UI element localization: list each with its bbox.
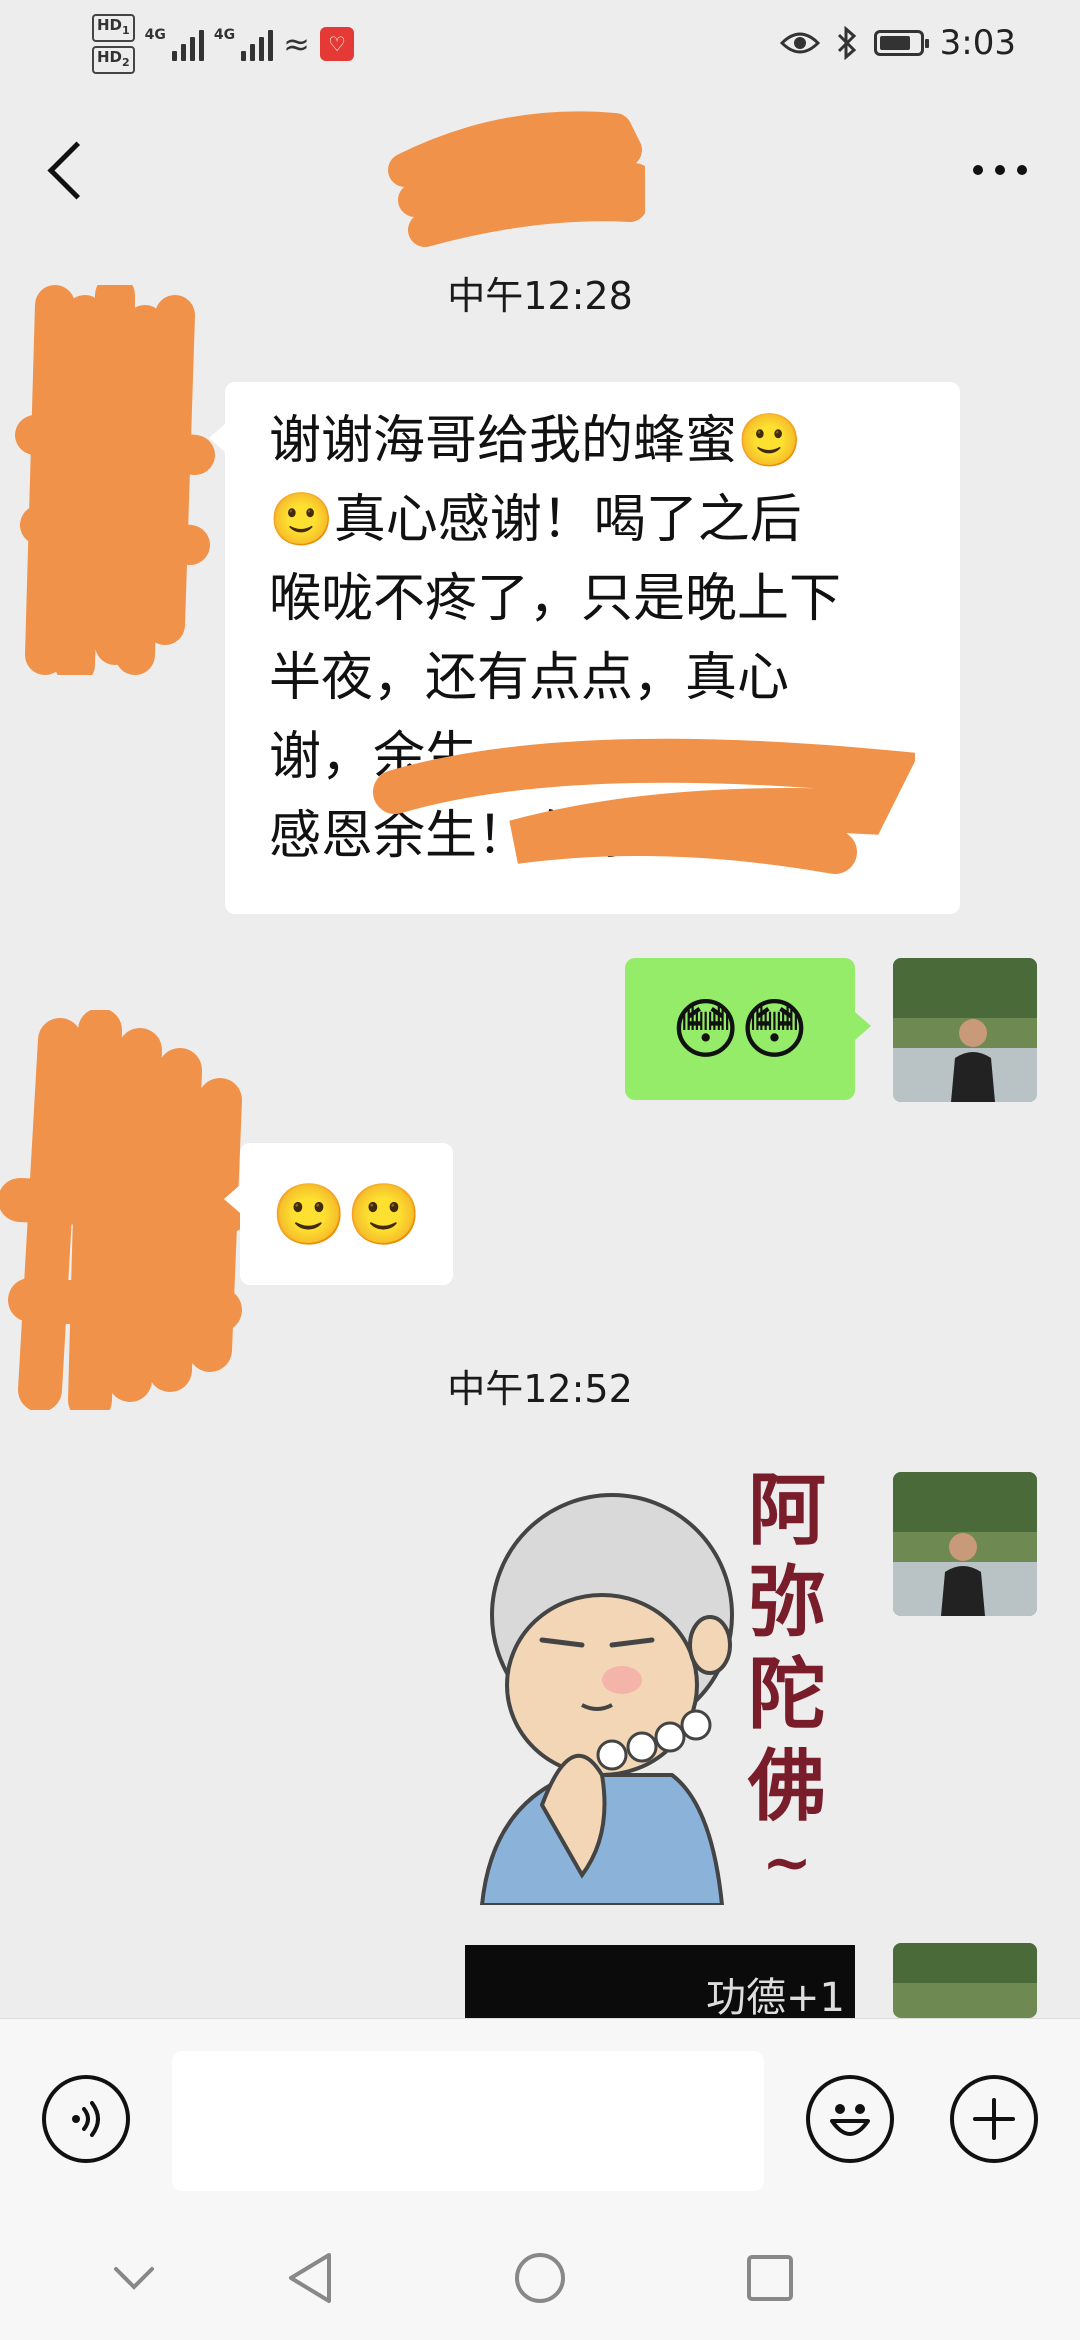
chat-header bbox=[0, 100, 1080, 247]
status-bar: HD1 HD2 4G 4G ≈ ♡ 3:03 bbox=[0, 0, 1080, 90]
status-left: HD1 HD2 4G 4G ≈ ♡ bbox=[92, 14, 354, 74]
message-input[interactable] bbox=[172, 2051, 764, 2191]
more-button[interactable] bbox=[960, 140, 1040, 200]
chevron-down-icon bbox=[114, 2267, 154, 2290]
circle-home-icon bbox=[515, 2253, 565, 2303]
smiley-icon bbox=[830, 2104, 870, 2136]
avatar-redacted-1[interactable] bbox=[15, 285, 215, 675]
nav-recents-button[interactable] bbox=[738, 2246, 802, 2310]
timestamp-2: 中午12:52 bbox=[447, 1367, 633, 1411]
voice-icon bbox=[72, 2101, 100, 2137]
voice-button[interactable] bbox=[42, 2075, 130, 2163]
eye-icon bbox=[779, 32, 820, 54]
nav-hide-keyboard-button[interactable] bbox=[102, 2246, 166, 2310]
message-emoji-3: 🙂🙂 bbox=[271, 1179, 422, 1250]
chat-screen: HD1 HD2 4G 4G ≈ ♡ 3:03 中午12:28 谢谢海哥给我的蜂蜜… bbox=[0, 0, 1080, 2340]
sticker-video[interactable]: 功德+1 bbox=[465, 1945, 855, 2025]
battery-icon bbox=[873, 30, 929, 56]
video-caption: 功德+1 bbox=[706, 1975, 845, 2021]
hd2-badge: HD2 bbox=[92, 46, 135, 74]
hd-indicators: HD1 HD2 bbox=[92, 14, 135, 74]
nav-home-button[interactable] bbox=[508, 2246, 572, 2310]
triangle-back-icon bbox=[289, 2253, 331, 2303]
sticker-text: 阿 弥 陀 佛 ~ bbox=[747, 1465, 826, 1898]
emoji-button[interactable] bbox=[806, 2075, 894, 2163]
my-avatar-1[interactable] bbox=[893, 958, 1037, 1102]
my-avatar-2[interactable] bbox=[893, 1472, 1037, 1616]
message-bubble-sent-1[interactable]: 😳😳 bbox=[625, 958, 871, 1100]
message-emoji-2: 😳😳 bbox=[671, 990, 809, 1068]
avatar-redacted-2[interactable] bbox=[0, 1010, 250, 1410]
bluetooth-icon bbox=[837, 26, 856, 60]
square-recents-icon bbox=[747, 2255, 793, 2301]
back-button[interactable] bbox=[40, 128, 106, 218]
clock: 3:03 bbox=[939, 23, 1016, 63]
title-redaction bbox=[388, 111, 645, 247]
message-bubble-received-1[interactable]: 谢谢海哥给我的蜂蜜🙂 🙂真心感谢！喝了之后 喉咙不疼了，只是晚上下 半夜，还有点… bbox=[209, 382, 960, 914]
my-avatar-3[interactable] bbox=[893, 1943, 1037, 2018]
message-bubble-received-2[interactable]: 🙂🙂 bbox=[224, 1143, 453, 1285]
input-bar bbox=[0, 2018, 1080, 2219]
more-dots-icon bbox=[973, 165, 983, 175]
app-notification-icon: ♡ bbox=[319, 27, 354, 61]
signal-1-icon: 4G bbox=[145, 27, 204, 61]
hd1-badge: HD1 bbox=[92, 14, 135, 42]
nav-back-button[interactable] bbox=[278, 2246, 342, 2310]
signal-2-icon: 4G bbox=[214, 27, 274, 61]
sticker-amitabha[interactable]: 阿 弥 陀 佛 ~ bbox=[462, 1465, 892, 1905]
plus-icon bbox=[973, 2098, 1015, 2140]
chevron-left-icon bbox=[47, 141, 106, 200]
more-actions-button[interactable] bbox=[950, 2075, 1038, 2163]
wifi-icon: ≈ bbox=[283, 25, 310, 63]
system-nav-bar bbox=[0, 2218, 1080, 2340]
text-redaction bbox=[373, 738, 915, 874]
status-right: 3:03 bbox=[779, 18, 1016, 68]
